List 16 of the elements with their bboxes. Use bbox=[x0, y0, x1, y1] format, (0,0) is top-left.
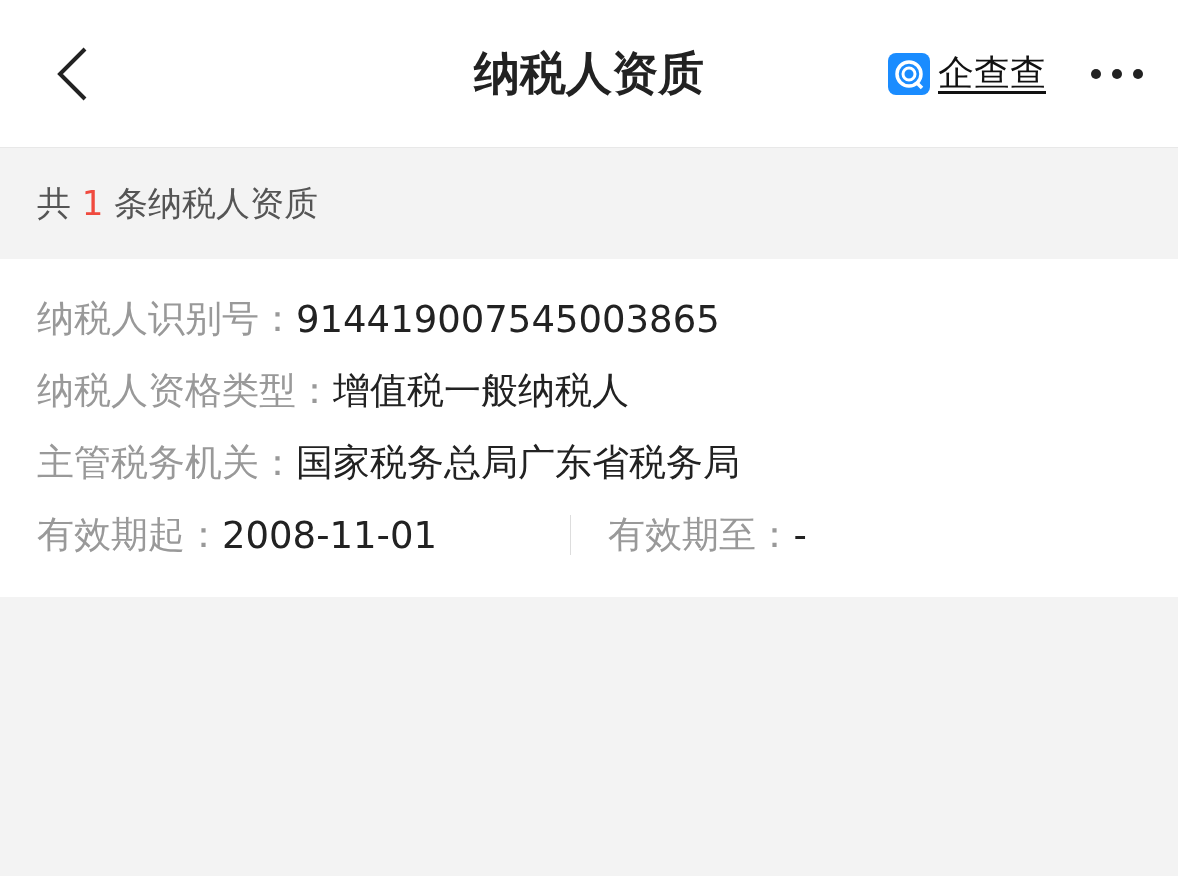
field-label: 主管税务机关： bbox=[37, 440, 296, 486]
back-icon[interactable] bbox=[56, 46, 88, 101]
more-icon[interactable] bbox=[1090, 67, 1144, 80]
field-label: 纳税人资格类型： bbox=[37, 368, 333, 414]
field-label: 有效期至： bbox=[608, 512, 794, 558]
logo-icon bbox=[888, 52, 930, 95]
field-value: 914419007545003865 bbox=[296, 297, 720, 341]
field-value: 2008-11-01 bbox=[222, 513, 438, 557]
field-value: - bbox=[793, 513, 807, 557]
page-title: 纳税人资质 bbox=[474, 44, 704, 102]
brand-name: 企查查 bbox=[938, 51, 1046, 95]
field-value: 增值税一般纳税人 bbox=[333, 368, 629, 414]
field-value: 国家税务总局广东省税务局 bbox=[296, 440, 740, 486]
field-label: 纳税人识别号： bbox=[37, 296, 296, 342]
field-label: 有效期起： bbox=[37, 512, 222, 558]
summary-text: 共 1 条纳税人资质 bbox=[37, 181, 319, 225]
